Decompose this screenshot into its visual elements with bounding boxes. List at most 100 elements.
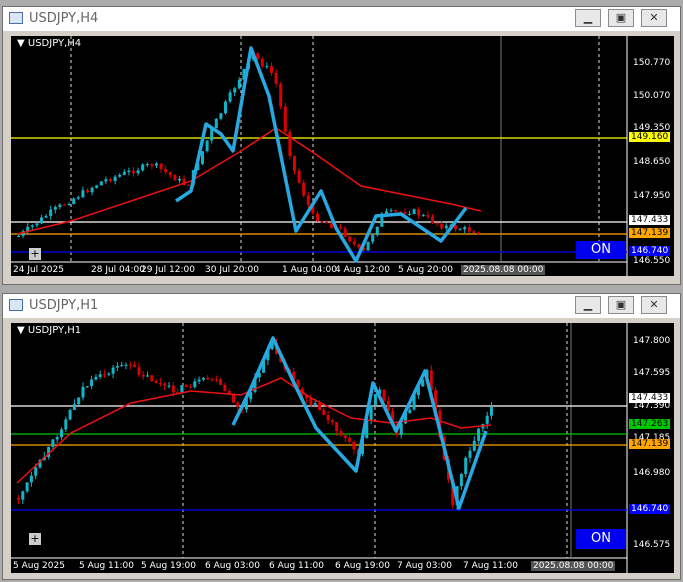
price-axis-label: 147.800: [633, 336, 671, 346]
candle: [444, 225, 448, 229]
price-chart[interactable]: ▼ USDJPY,H4 + ON 150.770 150.070 149.350 14…: [11, 36, 674, 276]
candle: [371, 235, 375, 242]
candle: [467, 227, 471, 232]
candle: [236, 402, 240, 407]
candle: [459, 474, 463, 487]
on-button[interactable]: ON: [576, 241, 626, 259]
on-button[interactable]: ON: [576, 529, 626, 549]
window-titlebar[interactable]: USDJPY,H4 ▁ ▣ ✕: [3, 7, 680, 31]
candle: [348, 236, 352, 242]
price-marker-label: 146.740: [629, 246, 671, 256]
candle: [189, 386, 192, 388]
candle: [49, 209, 53, 217]
candle: [313, 403, 317, 405]
candle: [30, 225, 34, 227]
candle: [206, 377, 210, 380]
price-chart[interactable]: ▼ USDJPY,H1 + ON 147.800 147.595 147.390 14…: [11, 323, 674, 573]
candle: [99, 181, 103, 186]
candle: [382, 389, 386, 401]
candle: [343, 228, 347, 237]
candle: [150, 375, 154, 382]
candle: [472, 231, 476, 233]
close-icon: ✕: [649, 11, 659, 24]
candle: [67, 203, 71, 205]
candle: [431, 216, 434, 223]
price-axis-label: 146.575: [633, 540, 671, 550]
restore-icon: ▣: [615, 298, 627, 311]
app-icon: [9, 299, 23, 311]
candle: [472, 440, 476, 451]
candle: [72, 198, 76, 204]
candle: [348, 437, 352, 442]
candle: [145, 164, 149, 166]
candle: [193, 381, 197, 388]
candle: [150, 164, 154, 166]
candle: [29, 475, 33, 483]
restore-button[interactable]: ▣: [608, 296, 634, 314]
candle: [137, 367, 141, 375]
candle: [219, 379, 223, 385]
candle: [325, 221, 329, 224]
candle: [329, 223, 333, 229]
candle: [302, 182, 306, 196]
candle: [201, 151, 204, 164]
candle: [326, 414, 330, 421]
candle: [366, 241, 370, 251]
candle: [205, 140, 209, 152]
candle: [322, 410, 326, 415]
time-axis-label: 5 Aug 19:00: [141, 561, 196, 571]
time-axis-label: 6 Aug 11:00: [269, 561, 324, 571]
plus-icon[interactable]: +: [29, 533, 41, 545]
candle: [408, 409, 412, 413]
candle: [214, 118, 218, 129]
time-axis-label: 1 Aug 04:00: [282, 265, 337, 275]
candle: [168, 172, 172, 176]
candle: [122, 172, 126, 175]
candle: [187, 184, 191, 186]
price-axis-label: 146.980: [633, 468, 671, 478]
cursor-time-label: 2025.08.08 00:00: [461, 265, 546, 275]
candle: [228, 92, 232, 102]
candle: [180, 385, 184, 393]
candle: [197, 379, 201, 382]
minimize-button[interactable]: ▁: [575, 9, 601, 27]
price-axis-label: 150.770: [633, 58, 671, 68]
candle: [316, 213, 319, 222]
candle: [219, 113, 223, 119]
window-title: USDJPY,H1: [29, 298, 99, 313]
price-marker-label: 147.433: [629, 393, 671, 403]
candle: [288, 131, 292, 156]
candle: [458, 229, 462, 231]
candle: [485, 415, 489, 424]
price-marker-label: 147.433: [629, 215, 671, 225]
candle: [233, 88, 237, 93]
candle: [173, 175, 177, 181]
candle: [270, 66, 273, 73]
close-button[interactable]: ✕: [641, 9, 667, 27]
candle: [103, 374, 106, 376]
plus-icon[interactable]: +: [29, 248, 41, 260]
candle: [389, 210, 393, 212]
candle: [90, 187, 94, 193]
window-titlebar[interactable]: USDJPY,H1 ▁ ▣ ✕: [3, 294, 680, 318]
restore-button[interactable]: ▣: [608, 9, 634, 27]
time-axis-label: 30 Jul 20:00: [205, 265, 259, 275]
time-axis-label: 5 Aug 2025: [13, 561, 65, 571]
symbol-label: ▼ USDJPY,H1: [17, 325, 82, 336]
candle: [265, 66, 269, 68]
app-icon: [9, 12, 23, 24]
candle: [25, 482, 29, 492]
close-button[interactable]: ✕: [641, 296, 667, 314]
candle: [440, 223, 444, 229]
candle: [477, 428, 481, 441]
time-axis-label: 5 Aug 11:00: [79, 561, 134, 571]
candle: [224, 101, 227, 114]
price-marker-label: 149.160: [629, 132, 671, 142]
minimize-button[interactable]: ▁: [575, 296, 601, 314]
candle: [21, 491, 25, 500]
candle: [283, 106, 287, 132]
candle: [464, 457, 468, 475]
minimize-icon: ▁: [583, 298, 593, 311]
candle: [141, 164, 145, 171]
price-axis-label: 146.550: [633, 256, 671, 266]
